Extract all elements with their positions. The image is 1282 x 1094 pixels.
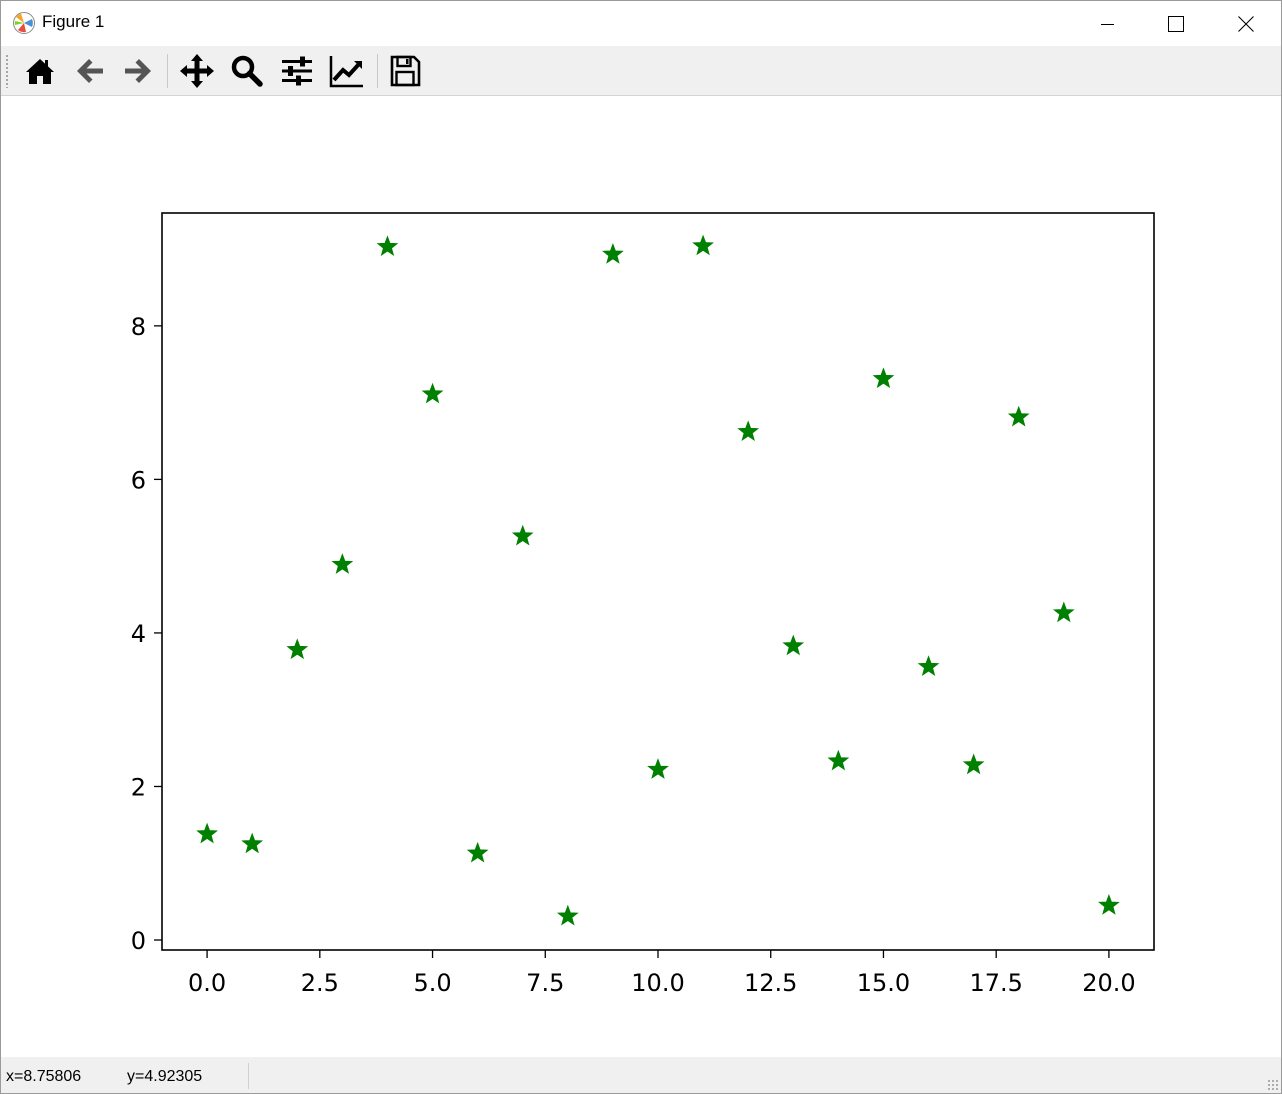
x-tick-label: 15.0 (857, 969, 910, 997)
move-icon (179, 53, 215, 89)
matplotlib-logo-icon (12, 11, 36, 35)
navigation-toolbar (1, 46, 1281, 96)
floppy-disk-icon (389, 55, 421, 87)
figure-window: Figure 1 0.0 2.5 5.0 7.5 10.0 12.5 15.0 … (0, 0, 1282, 1094)
x-tick-label: 5.0 (413, 969, 451, 997)
y-tick-label: 0 (131, 927, 146, 955)
arrow-left-icon (74, 55, 106, 87)
maximize-icon (1167, 15, 1185, 33)
forward-button[interactable] (119, 52, 157, 90)
x-tick-label: 0.0 (188, 969, 226, 997)
home-button[interactable] (21, 52, 59, 90)
status-separator (248, 1063, 249, 1089)
x-tick-label: 12.5 (744, 969, 797, 997)
x-tick-label: 2.5 (301, 969, 339, 997)
home-icon (24, 55, 56, 87)
toolbar-grip (5, 54, 9, 88)
subplots-button[interactable] (278, 52, 316, 90)
status-bar: x=8.75806 y=4.92305 (1, 1057, 1281, 1093)
y-tick-label: 6 (131, 466, 146, 494)
window-title: Figure 1 (42, 12, 105, 31)
y-tick-label: 8 (131, 313, 146, 341)
scatter-plot: 0.0 2.5 5.0 7.5 10.0 12.5 15.0 17.5 20.0 0 2 4 6 8 (131, 212, 1155, 997)
title-bar: Figure 1 (1, 1, 1281, 46)
x-tick-label: 7.5 (526, 969, 564, 997)
sliders-icon (280, 54, 314, 88)
y-coordinate-readout: y=4.92305 (127, 1068, 203, 1085)
zoom-button[interactable] (228, 52, 266, 90)
customize-button[interactable] (328, 52, 366, 90)
line-chart-icon (329, 53, 365, 89)
x-coordinate-readout: x=8.75806 (6, 1068, 82, 1085)
magnifier-icon (230, 54, 264, 88)
minimize-button[interactable] (1073, 1, 1141, 46)
x-tick-label: 10.0 (631, 969, 684, 997)
x-tick-label: 20.0 (1082, 969, 1135, 997)
y-tick-label: 2 (131, 773, 146, 801)
pan-button[interactable] (178, 52, 216, 90)
figure-canvas[interactable]: 0.0 2.5 5.0 7.5 10.0 12.5 15.0 17.5 20.0 0 2 4 6 8 (1, 96, 1281, 1057)
back-button[interactable] (71, 52, 109, 90)
toolbar-separator (377, 54, 378, 88)
maximize-button[interactable] (1142, 1, 1210, 46)
close-icon (1237, 15, 1255, 33)
toolbar-separator (167, 54, 168, 88)
resize-grip[interactable] (1267, 1079, 1279, 1091)
minimize-icon (1099, 16, 1115, 32)
close-button[interactable] (1212, 1, 1280, 46)
x-tick-label: 17.5 (969, 969, 1022, 997)
y-tick-label: 4 (131, 620, 146, 648)
axes-frame (161, 212, 1155, 951)
arrow-right-icon (122, 55, 154, 87)
save-button[interactable] (386, 52, 424, 90)
